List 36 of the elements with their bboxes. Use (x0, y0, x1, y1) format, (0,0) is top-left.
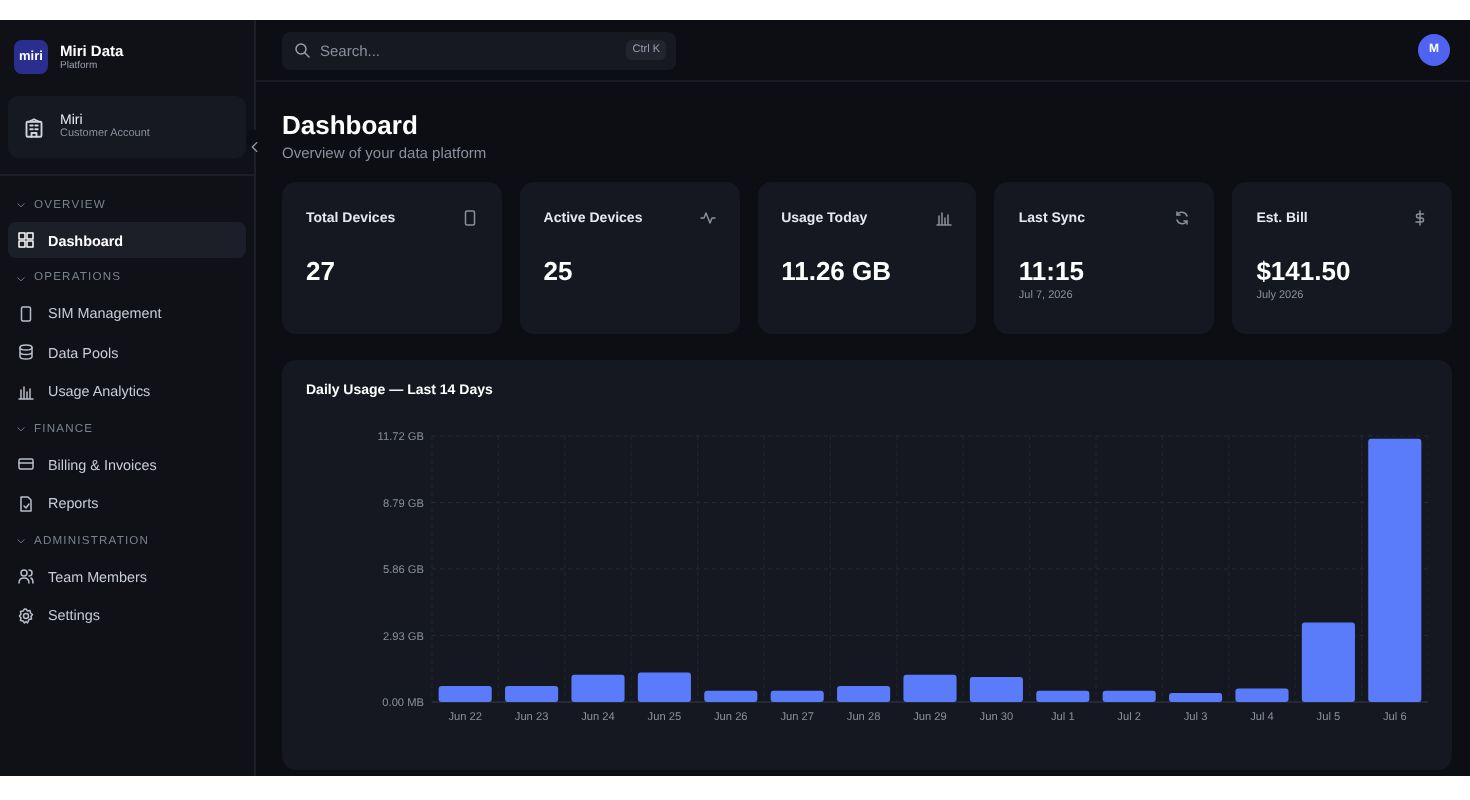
page-title: Dashboard (282, 110, 420, 140)
bar (1102, 690, 1156, 702)
stat-value: 11:15 (1018, 256, 1086, 286)
card-icon (18, 456, 34, 472)
stat-value: 25 (543, 256, 575, 286)
stat-value: $141.50 (1256, 256, 1353, 286)
bar-chart-icon (18, 383, 34, 399)
pulse-icon (699, 210, 716, 226)
bar (505, 686, 559, 702)
phone-icon (18, 305, 34, 321)
building-icon (24, 117, 44, 137)
bar (637, 672, 691, 702)
bar (1235, 688, 1289, 702)
dollar-icon (1412, 210, 1428, 226)
settings-icon (18, 607, 34, 623)
stat-value: 11.26 GB (781, 256, 894, 286)
grid-icon (18, 232, 34, 248)
stat-value: 27 (306, 256, 337, 286)
database-icon (18, 344, 34, 360)
bar (1301, 622, 1355, 702)
search-icon (294, 42, 310, 58)
bar (837, 686, 891, 702)
bar (438, 686, 492, 702)
bar (704, 690, 758, 702)
bar (1169, 692, 1223, 702)
bar (903, 674, 957, 702)
users-icon (18, 568, 34, 584)
bar (1036, 690, 1090, 702)
bar-chart-icon (936, 210, 953, 226)
document-icon (18, 495, 34, 511)
bar (770, 690, 824, 702)
refresh-icon (1174, 210, 1191, 226)
bar (571, 674, 625, 702)
collapse-icon[interactable] (248, 140, 262, 154)
bar (969, 677, 1023, 702)
phone-icon (461, 210, 478, 226)
